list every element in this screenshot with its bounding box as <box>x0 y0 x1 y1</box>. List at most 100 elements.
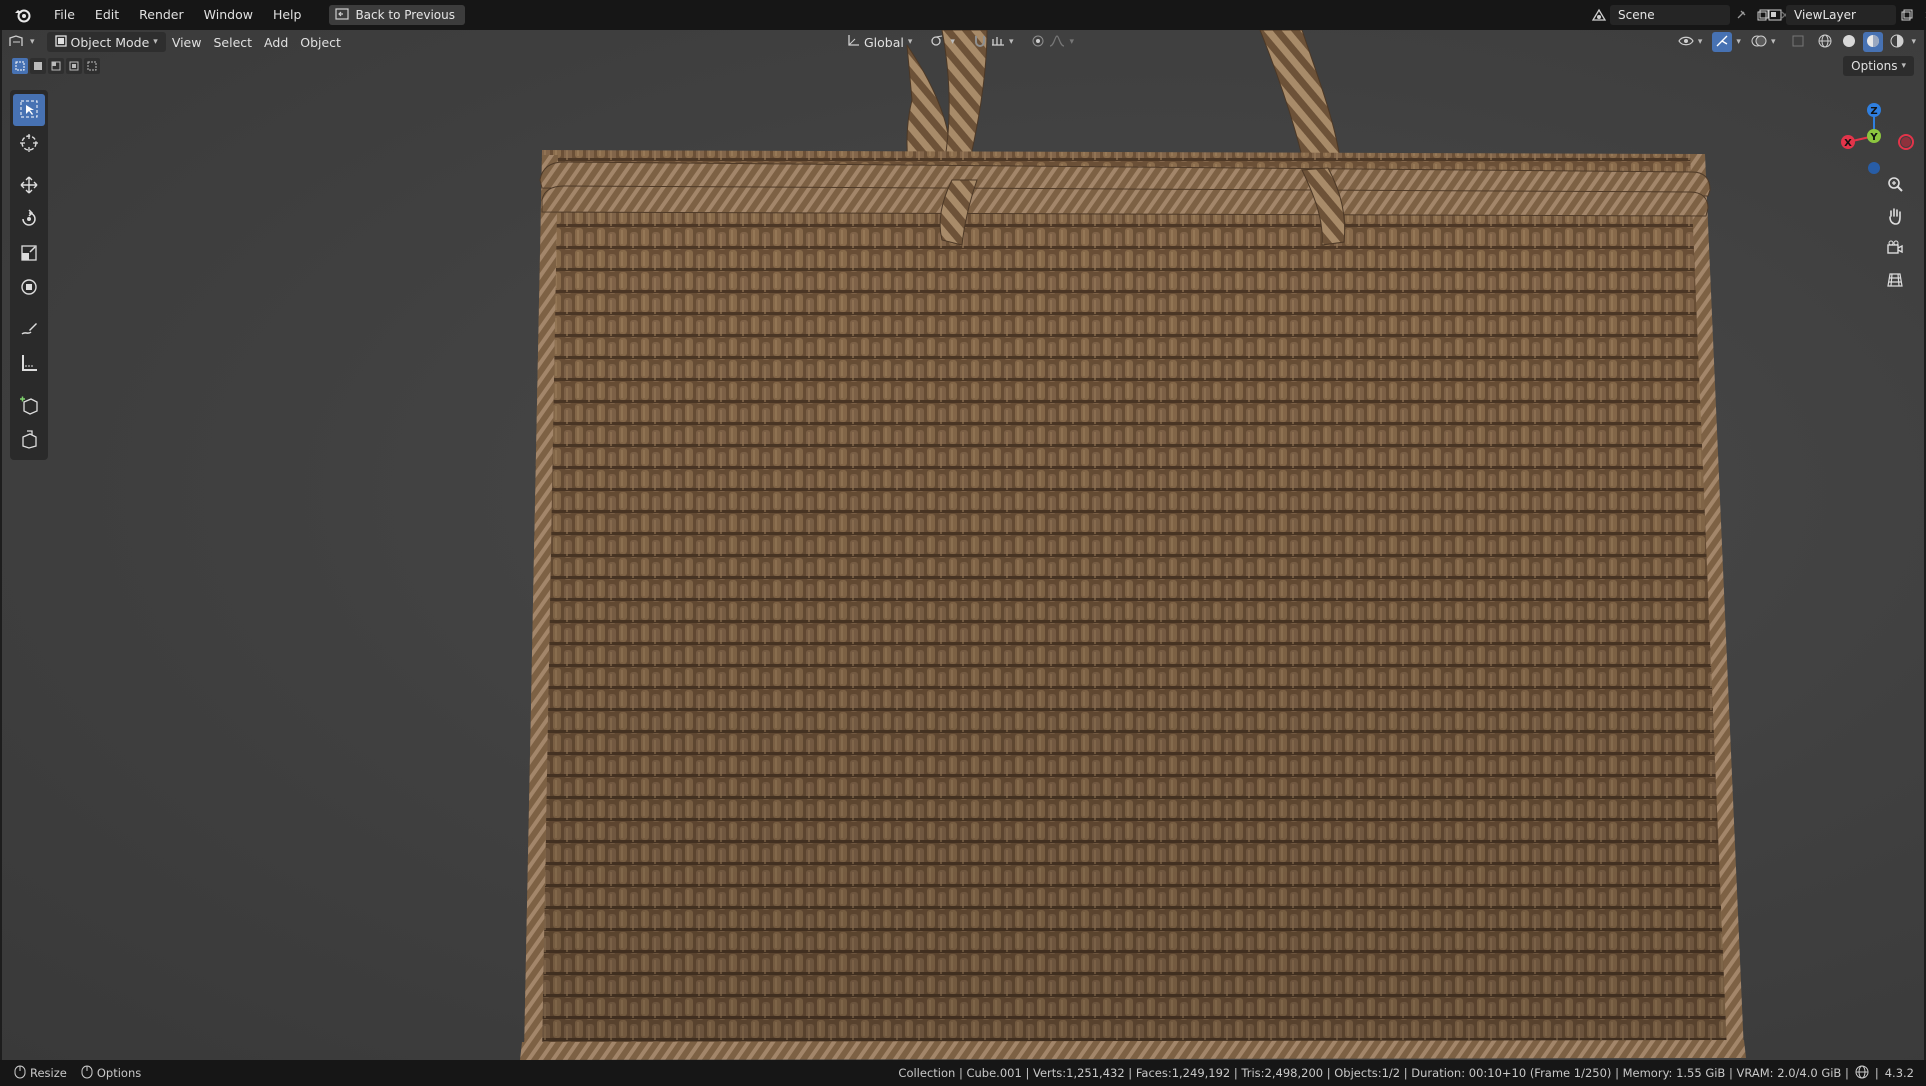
scene-statistics: Collection | Cube.001 | Verts:1,251,432 … <box>898 1060 1914 1086</box>
mode-label: Object Mode <box>70 34 150 50</box>
tool-select-box[interactable] <box>13 94 45 126</box>
view-layer-icon[interactable] <box>1764 5 1786 25</box>
proportional-edit-button[interactable]: ▾ <box>1025 32 1080 52</box>
proportional-edit-icon <box>1031 34 1045 51</box>
gizmo-z-label: Z <box>1870 106 1877 117</box>
select-invert-button[interactable] <box>66 58 82 74</box>
add-cube-icon <box>19 395 39 418</box>
falloff-icon <box>1049 34 1065 50</box>
menu-help[interactable]: Help <box>263 0 312 30</box>
menu-file[interactable]: File <box>44 0 85 30</box>
status-hint-options: Options <box>81 1065 141 1082</box>
gizmo-neg-x-fill <box>1901 137 1911 147</box>
gizmo-neg-z-axis[interactable] <box>1868 162 1880 174</box>
transform-orientation-selector[interactable]: Global ▾ <box>840 32 918 52</box>
view-layer-selector[interactable]: ViewLayer <box>1764 4 1926 26</box>
tool-measure[interactable] <box>13 348 45 380</box>
chevron-down-icon: ▾ <box>153 37 158 47</box>
options-dropdown[interactable]: Options ▾ <box>1843 56 1914 76</box>
camera-view-button[interactable] <box>1882 236 1908 262</box>
tool-annotate[interactable] <box>13 314 45 346</box>
select-new-button[interactable] <box>12 58 28 74</box>
chevron-down-icon: ▾ <box>1069 37 1074 47</box>
rendered-sphere-icon <box>1889 33 1905 52</box>
shading-rendered-button[interactable] <box>1887 32 1907 52</box>
status-bar: Resize Options Collection | Cube.001 | V… <box>0 1060 1926 1086</box>
selection-mode-buttons <box>12 58 100 76</box>
scale-icon <box>19 243 39 266</box>
scene-name: Scene <box>1618 8 1655 22</box>
wireframe-sphere-icon <box>1817 33 1833 52</box>
chevron-down-icon: ▾ <box>950 37 955 47</box>
tool-rotate[interactable] <box>13 204 45 236</box>
snap-increment-icon <box>991 34 1005 51</box>
blender-logo-icon[interactable] <box>12 4 34 26</box>
menu-object[interactable]: Object <box>294 32 347 52</box>
status-keymap-hints: Resize Options <box>14 1065 141 1082</box>
chevron-down-icon: ▾ <box>1770 37 1776 47</box>
dropdown-arrow-icon: ▾ <box>30 37 35 47</box>
blender-version: 4.3.2 <box>1884 1066 1914 1080</box>
pan-button[interactable] <box>1882 204 1908 230</box>
menu-view[interactable]: View <box>166 32 208 52</box>
visibility-button[interactable]: ▾ <box>1672 32 1709 52</box>
xray-button[interactable] <box>1785 32 1811 52</box>
tool-extrude[interactable] <box>13 424 45 456</box>
mouse-icon <box>14 1065 26 1082</box>
viewport-display-tools: ▾ ▾ ▾ ▾ <box>1672 32 1916 52</box>
orientation-axes-icon <box>846 34 860 51</box>
top-menu-bar: File Edit Render Window Help Back to Pre… <box>0 0 1926 30</box>
menu-window[interactable]: Window <box>194 0 263 30</box>
menu-select[interactable]: Select <box>207 32 258 52</box>
tool-add-cube[interactable] <box>13 390 45 422</box>
grid-icon <box>1886 271 1904 292</box>
globe-icon <box>1855 1065 1869 1082</box>
options-hint-label: Options <box>96 1066 142 1080</box>
shading-material-button[interactable] <box>1863 32 1884 52</box>
gizmo-toggle-button[interactable] <box>1712 32 1733 52</box>
select-intersect-button[interactable] <box>84 58 100 74</box>
3d-viewport[interactable]: ▾ Object Mode ▾ View Select Add Object G… <box>2 30 1924 1060</box>
editor-type-button[interactable]: ▾ <box>2 32 41 52</box>
tool-cursor[interactable] <box>13 128 45 160</box>
overlays-icon <box>1751 34 1767 51</box>
view-layer-name: ViewLayer <box>1794 8 1856 22</box>
back-icon <box>335 7 350 23</box>
snap-button[interactable]: ▾ <box>967 32 1020 52</box>
gizmo-y-label: Y <box>1869 132 1878 143</box>
hand-icon <box>1886 207 1904 228</box>
3d-viewport-icon <box>8 34 26 51</box>
shading-wireframe-button[interactable] <box>1815 32 1835 52</box>
pin-icon[interactable] <box>1730 5 1752 25</box>
annotate-pencil-icon <box>19 319 39 342</box>
tool-move[interactable] <box>13 170 45 202</box>
mouse-right-icon <box>81 1065 93 1082</box>
delete-view-layer-icon[interactable] <box>1918 5 1926 25</box>
select-extend-button[interactable] <box>30 58 46 74</box>
menu-add[interactable]: Add <box>258 32 294 52</box>
tool-scale[interactable] <box>13 238 45 270</box>
back-to-previous-button[interactable]: Back to Previous <box>329 5 465 25</box>
chevron-down-icon: ▾ <box>1901 61 1906 71</box>
new-view-layer-icon[interactable] <box>1896 5 1918 25</box>
view-layer-field[interactable]: ViewLayer <box>1786 5 1896 25</box>
solid-sphere-icon <box>1841 33 1857 52</box>
orientation-label: Global <box>864 34 904 50</box>
pivot-point-button[interactable]: ▾ <box>924 32 961 52</box>
rotate-icon <box>19 208 39 232</box>
mode-selector[interactable]: Object Mode ▾ <box>46 32 166 52</box>
overlays-button[interactable]: ▾ <box>1745 32 1782 52</box>
perspective-toggle-button[interactable] <box>1882 268 1908 294</box>
chevron-down-icon[interactable]: ▾ <box>1736 37 1741 47</box>
menu-edit[interactable]: Edit <box>85 0 129 30</box>
scene-icon[interactable] <box>1588 5 1610 25</box>
chevron-down-icon[interactable]: ▾ <box>1911 37 1916 47</box>
shading-solid-button[interactable] <box>1839 32 1859 52</box>
menu-render[interactable]: Render <box>129 0 194 30</box>
status-hint-resize: Resize <box>14 1065 67 1082</box>
scene-name-field[interactable]: Scene <box>1610 5 1730 25</box>
tool-transform[interactable] <box>13 272 45 304</box>
zoom-button[interactable] <box>1882 172 1908 198</box>
select-subtract-button[interactable] <box>48 58 64 74</box>
wicker-basket-model[interactable] <box>2 30 1924 1060</box>
